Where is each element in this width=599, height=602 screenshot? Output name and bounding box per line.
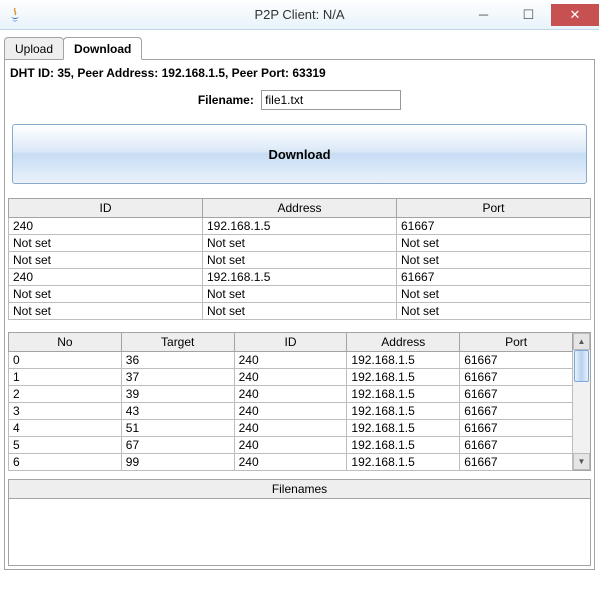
scroll-up-icon[interactable]: ▲ [573,333,590,350]
col-port2[interactable]: Port [460,333,573,352]
titlebar: P2P Client: N/A ─ ☐ ✕ [0,0,599,30]
table-row[interactable]: Not setNot setNot set [9,303,591,320]
filenames-body[interactable] [9,499,590,565]
tabs-bar: Upload Download [4,36,595,60]
col-id2[interactable]: ID [234,333,347,352]
table-row[interactable]: 137240192.168.1.561667 [9,369,573,386]
col-address[interactable]: Address [203,199,397,218]
table-row[interactable]: 343240192.168.1.561667 [9,403,573,420]
table-row[interactable]: 699240192.168.1.561667 [9,454,573,471]
filename-input[interactable] [261,90,401,110]
table-row[interactable]: 239240192.168.1.561667 [9,386,573,403]
table-row[interactable]: 451240192.168.1.561667 [9,420,573,437]
filenames-table: Filenames [8,479,591,566]
table-row[interactable]: 240192.168.1.561667 [9,218,591,235]
table-row[interactable]: Not setNot setNot set [9,286,591,303]
window-title: P2P Client: N/A [0,7,599,22]
scroll-thumb[interactable] [574,350,589,382]
download-button[interactable]: Download [12,124,587,184]
filenames-header[interactable]: Filenames [9,480,590,499]
col-target[interactable]: Target [121,333,234,352]
table-row[interactable]: Not setNot setNot set [9,235,591,252]
table-row[interactable]: 240192.168.1.561667 [9,269,591,286]
tab-upload[interactable]: Upload [4,37,64,60]
route-table: No Target ID Address Port 036240192.168.… [8,332,573,471]
status-line: DHT ID: 35, Peer Address: 192.168.1.5, P… [8,63,591,86]
col-id[interactable]: ID [9,199,203,218]
tab-download[interactable]: Download [63,37,142,60]
scrollbar[interactable]: ▲ ▼ [573,332,591,471]
col-port[interactable]: Port [397,199,591,218]
col-address2[interactable]: Address [347,333,460,352]
filename-label: Filename: [198,93,254,107]
col-no[interactable]: No [9,333,122,352]
table-row[interactable]: Not setNot setNot set [9,252,591,269]
download-panel: DHT ID: 35, Peer Address: 192.168.1.5, P… [4,60,595,570]
table-row[interactable]: 036240192.168.1.561667 [9,352,573,369]
scroll-down-icon[interactable]: ▼ [573,453,590,470]
table-row[interactable]: 567240192.168.1.561667 [9,437,573,454]
peer-table: ID Address Port 240192.168.1.561667 Not … [8,198,591,320]
scroll-track[interactable] [573,350,590,453]
